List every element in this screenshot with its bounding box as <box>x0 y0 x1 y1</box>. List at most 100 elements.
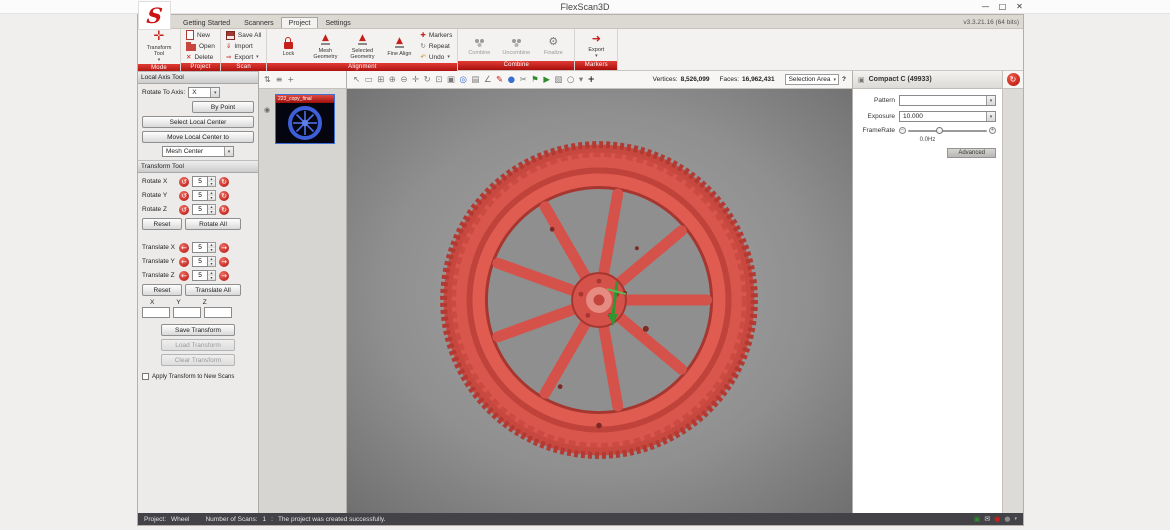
tab-project[interactable]: Project <box>281 17 319 28</box>
translate-z-stepper[interactable]: ▴▾ <box>192 270 216 281</box>
by-point-button[interactable]: By Point <box>192 101 254 113</box>
translate-all-button[interactable]: Translate All <box>185 284 241 296</box>
measure-icon[interactable]: ∠ <box>484 72 492 88</box>
tab-settings[interactable]: Settings <box>318 18 357 28</box>
flag-icon[interactable]: ⚑ <box>531 72 539 88</box>
rotate-all-button[interactable]: Rotate All <box>185 218 241 230</box>
spin-down-icon[interactable]: ▾ <box>208 210 215 215</box>
rotate-y-stepper[interactable]: ▴▾ <box>192 190 216 201</box>
pattern-select[interactable]: ▾ <box>899 95 996 106</box>
spin-down-icon[interactable]: ▾ <box>208 262 215 267</box>
play-icon[interactable]: ▶ <box>543 72 550 88</box>
help-icon[interactable]: ? <box>842 76 846 83</box>
list-view-icon[interactable]: ≡ <box>276 75 283 84</box>
rotate-z-input[interactable] <box>192 204 208 215</box>
rotate-y-input[interactable] <box>192 190 208 201</box>
x-value-input[interactable] <box>142 307 170 318</box>
import-button[interactable]: ⇓Import <box>226 41 262 51</box>
rotate-z-right-button[interactable]: ↻ <box>219 205 229 215</box>
mesh-center-select[interactable]: Mesh Center ▾ <box>162 146 234 157</box>
maximize-button[interactable]: □ <box>995 0 1010 14</box>
monitor-icon[interactable]: ▤ <box>471 72 479 88</box>
rotate-z-left-button[interactable]: ↺ <box>179 205 189 215</box>
rotate-reset-button[interactable]: Reset <box>142 218 182 230</box>
tab-getting-started[interactable]: Getting Started <box>176 18 237 28</box>
translate-z-left-button[interactable]: ← <box>179 271 189 281</box>
markers-export-button[interactable]: ➜ Export ▾ <box>580 32 612 59</box>
fine-align-button[interactable]: ▲ Fine Align <box>383 36 415 57</box>
brush-icon[interactable]: ✎ <box>496 72 503 88</box>
mail-icon[interactable]: ✉ <box>984 515 990 523</box>
translate-x-stepper[interactable]: ▴▾ <box>192 242 216 253</box>
lock-button[interactable]: Lock <box>272 36 304 57</box>
transform-tool-button[interactable]: ✛ Transform Tool ▾ <box>143 30 175 63</box>
mesh-geometry-button[interactable]: ▲ Mesh Geometry <box>309 33 341 60</box>
spin-down-icon[interactable]: ▾ <box>208 182 215 187</box>
export-button[interactable]: ⇒Export▾ <box>226 52 262 62</box>
save-transform-button[interactable]: Save Transform <box>161 324 235 336</box>
rotate-view-icon[interactable]: ↻ <box>424 72 431 88</box>
tab-scanners[interactable]: Scanners <box>237 18 281 28</box>
selection-area-select[interactable]: Selection Area ▾ <box>785 74 839 85</box>
repeat-button[interactable]: ↻Repeat <box>420 41 452 51</box>
rotate-axis-select[interactable]: X ▾ <box>188 87 220 98</box>
translate-x-left-button[interactable]: ← <box>179 243 189 253</box>
sort-az-icon[interactable]: ⇅ <box>264 75 271 84</box>
record-status-icon[interactable]: ● <box>994 515 1000 523</box>
scissors-icon[interactable]: ✂ <box>520 72 527 88</box>
rotate-z-stepper[interactable]: ▴▾ <box>192 204 216 215</box>
select-icon[interactable]: ↖ <box>353 72 360 88</box>
spin-down-icon[interactable]: ▾ <box>208 276 215 281</box>
apply-transform-checkbox[interactable] <box>142 373 149 380</box>
translate-y-input[interactable] <box>192 256 208 267</box>
scanner-status-icon[interactable]: ▣ <box>974 515 981 523</box>
selected-geometry-button[interactable]: ▲ Selected Geometry <box>346 33 378 60</box>
slider-thumb[interactable] <box>936 127 943 134</box>
y-value-input[interactable] <box>173 307 201 318</box>
markers-button[interactable]: ✚Markers <box>420 30 452 40</box>
spin-down-icon[interactable]: ▾ <box>208 248 215 253</box>
sphere-icon[interactable]: ● <box>508 72 515 88</box>
translate-z-input[interactable] <box>192 270 208 281</box>
zoom-window-icon[interactable]: ⊞ <box>377 72 384 88</box>
chevron-down-icon[interactable]: ▾ <box>1014 516 1017 522</box>
circle-icon[interactable]: ○ <box>567 72 574 88</box>
slider-minus-icon[interactable]: − <box>899 127 906 134</box>
translate-y-left-button[interactable]: ← <box>179 257 189 267</box>
caret-icon[interactable]: ▾ <box>579 72 583 88</box>
scan-thumbnail[interactable]: 223_copy_final <box>275 94 335 144</box>
rect-select-icon[interactable]: ▭ <box>365 72 373 88</box>
exposure-select[interactable]: 10.000 ▾ <box>899 111 996 122</box>
translate-reset-button[interactable]: Reset <box>142 284 182 296</box>
zoom-in-icon[interactable]: ⊕ <box>389 72 396 88</box>
framerate-slider[interactable]: − + <box>899 127 996 134</box>
rotate-y-left-button[interactable]: ↺ <box>179 191 189 201</box>
spin-down-icon[interactable]: ▾ <box>208 196 215 201</box>
new-button[interactable]: New <box>186 30 215 40</box>
open-button[interactable]: Open <box>186 41 215 51</box>
cube-icon[interactable]: ▧ <box>554 72 562 88</box>
sync-refresh-icon[interactable]: ↻ <box>1007 73 1020 86</box>
camera-icon[interactable]: ▣ <box>447 72 455 88</box>
combine-button[interactable]: Combine <box>463 35 495 56</box>
translate-y-stepper[interactable]: ▴▾ <box>192 256 216 267</box>
rotate-x-left-button[interactable]: ↺ <box>179 177 189 187</box>
translate-z-right-button[interactable]: → <box>219 271 229 281</box>
pan-icon[interactable]: ✛ <box>412 72 419 88</box>
add-icon[interactable]: + <box>588 72 595 88</box>
minimize-button[interactable]: — <box>978 0 993 14</box>
fit-view-icon[interactable]: ⊡ <box>435 72 442 88</box>
close-button[interactable]: ✕ <box>1012 0 1027 14</box>
save-all-button[interactable]: Save All <box>226 30 262 40</box>
rotate-x-input[interactable] <box>192 176 208 187</box>
rotate-x-right-button[interactable]: ↻ <box>219 177 229 187</box>
select-local-center-button[interactable]: Select Local Center <box>142 116 254 128</box>
z-value-input[interactable] <box>204 307 232 318</box>
3d-viewport[interactable] <box>347 89 852 513</box>
uncombine-button[interactable]: Uncombine <box>500 35 532 56</box>
slider-plus-icon[interactable]: + <box>989 127 996 134</box>
move-local-center-button[interactable]: Move Local Center to <box>142 131 254 143</box>
advanced-button[interactable]: Advanced <box>947 148 996 158</box>
finalize-button[interactable]: ⚙ Finalize <box>537 35 569 56</box>
undo-button[interactable]: ↶Undo▾ <box>420 52 452 62</box>
